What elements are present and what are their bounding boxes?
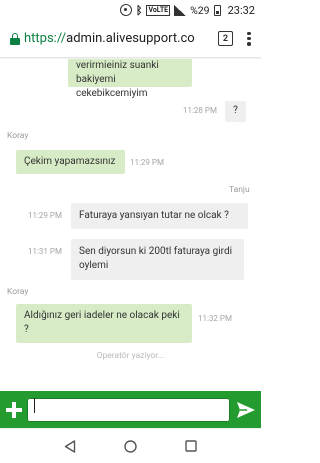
lock-icon <box>10 32 20 45</box>
url-host: admin.alivesupport.co <box>66 31 195 46</box>
send-button[interactable] <box>235 399 257 421</box>
send-icon <box>237 401 255 418</box>
message-composer <box>0 391 261 428</box>
recents-button[interactable] <box>184 439 198 453</box>
chat-message-incoming: Aldığınız geri iadeler ne olacak peki ? <box>16 304 192 343</box>
tab-switcher-button[interactable]: 2 <box>218 31 233 46</box>
clock: 23:32 <box>227 3 255 17</box>
chat-transcript[interactable]: verirmieiniz suanki bakiyemi cekebikcemi… <box>0 59 261 391</box>
sender-name: Koray <box>7 131 29 141</box>
battery-percent: %29 <box>190 3 210 17</box>
status-bar: ᛒ VoLTE %29 23:32 <box>0 0 261 20</box>
message-text: Aldığınız geri iadeler ne olacak peki ? <box>24 310 180 335</box>
message-timestamp: 11:29 PM <box>28 211 62 220</box>
browser-address-bar: https://admin.alivesupport.co 2 <box>0 20 261 58</box>
chat-message-outgoing: Sen diyorsun ki 200tl faturaya girdi oyl… <box>71 239 244 280</box>
volte-badge: VoLTE <box>146 4 171 16</box>
chat-message-outgoing: Faturaya yansıyan tutar ne olcak ? <box>71 203 248 229</box>
text-caret <box>34 398 35 413</box>
url-scheme: https:// <box>24 31 67 46</box>
url-field[interactable]: https://admin.alivesupport.co <box>24 31 212 46</box>
message-timestamp: 11:31 PM <box>28 247 62 256</box>
system-navigation-bar <box>0 428 261 463</box>
more-menu-button[interactable] <box>243 30 255 48</box>
sync-icon <box>119 4 132 16</box>
recents-square-icon <box>185 440 197 452</box>
message-input[interactable] <box>27 397 230 422</box>
message-timestamp: 11:29 PM <box>130 158 164 167</box>
message-timestamp: 11:32 PM <box>198 314 232 323</box>
message-text: Faturaya yansıyan tutar ne olcak ? <box>79 210 229 221</box>
sender-name: Koray <box>7 287 29 297</box>
signal-icon <box>174 4 187 16</box>
chat-message-incoming: Çekim yapamazsınız <box>16 150 125 174</box>
home-button[interactable] <box>123 439 137 453</box>
battery-icon <box>213 4 221 16</box>
message-timestamp: 11:28 PM <box>183 106 217 115</box>
back-triangle-icon <box>64 439 76 453</box>
chat-message-outgoing: ? <box>225 101 246 122</box>
message-text: ? <box>233 105 238 116</box>
phone-screen: ᛒ VoLTE %29 23:32 https://admin.alivesup… <box>0 0 261 463</box>
sender-name: Tanju <box>229 185 250 195</box>
home-circle-icon <box>124 439 137 453</box>
typing-indicator: Operatör yaziyor... <box>96 351 165 361</box>
message-text: Çekim yapamazsınız <box>24 156 116 167</box>
chat-message-incoming: verirmieiniz suanki bakiyemi cekebikcemi… <box>68 59 192 99</box>
add-attachment-button[interactable] <box>4 400 24 420</box>
back-button[interactable] <box>63 439 77 453</box>
bluetooth-icon: ᛒ <box>135 3 143 17</box>
message-text: verirmieiniz suanki bakiyemi cekebikcemi… <box>76 60 159 99</box>
message-text: Sen diyorsun ki 200tl faturaya girdi oyl… <box>79 246 233 271</box>
